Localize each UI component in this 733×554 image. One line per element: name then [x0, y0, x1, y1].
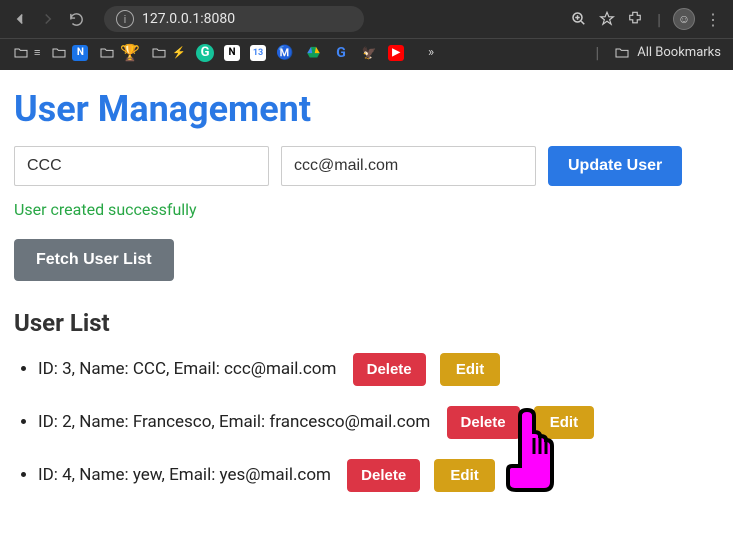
site-info-icon[interactable]: i	[116, 10, 134, 28]
bookmark-folder-1[interactable]: ≡	[12, 44, 40, 62]
bookmark-notion-icon[interactable]: N	[224, 45, 240, 61]
bookmark-grammarly-icon[interactable]: G	[196, 44, 214, 62]
bookmark-item-icon[interactable]: 🦅	[360, 44, 378, 62]
user-list-item: ID: 4, Name: yew, Email: yes@mail.com De…	[38, 459, 719, 492]
user-text: ID: 2, Name: Francesco, Email: francesco…	[38, 412, 430, 432]
user-text: ID: 3, Name: CCC, Email: ccc@mail.com	[38, 359, 336, 379]
extensions-icon[interactable]	[625, 9, 645, 29]
name-input[interactable]	[14, 146, 269, 186]
menu-icon[interactable]: ⋮	[703, 9, 723, 29]
delete-button[interactable]: Delete	[347, 459, 420, 492]
edit-button[interactable]: Edit	[434, 459, 494, 492]
bookmark-google-icon[interactable]: G	[332, 44, 350, 62]
user-list-item: ID: 3, Name: CCC, Email: ccc@mail.com De…	[38, 353, 719, 386]
separator: |	[595, 43, 599, 62]
forward-icon[interactable]	[38, 9, 58, 29]
bookmark-drive-icon[interactable]	[304, 44, 322, 62]
avatar-icon[interactable]: ☺	[673, 8, 695, 30]
email-input[interactable]	[281, 146, 536, 186]
separator: |	[657, 10, 661, 29]
edit-button[interactable]: Edit	[534, 406, 594, 439]
delete-button[interactable]: Delete	[353, 353, 426, 386]
user-list: ID: 3, Name: CCC, Email: ccc@mail.com De…	[14, 353, 719, 492]
user-text: ID: 4, Name: yew, Email: yes@mail.com	[38, 465, 331, 485]
edit-button[interactable]: Edit	[440, 353, 500, 386]
bookmark-folder-4[interactable]: ⚡	[150, 44, 186, 62]
browser-chrome: i 127.0.0.1:8080 | ☺ ⋮ ≡ N 🏆 ⚡ G N 13 Ⓜ️…	[0, 0, 733, 70]
url-text: 127.0.0.1:8080	[142, 11, 235, 27]
all-bookmarks-label: All Bookmarks	[637, 45, 721, 60]
update-user-button[interactable]: Update User	[548, 146, 682, 186]
user-list-title: User List	[14, 309, 719, 337]
star-icon[interactable]	[597, 9, 617, 29]
bookmark-folder-2[interactable]: N	[50, 44, 88, 62]
page-content: User Management Update User User created…	[0, 70, 733, 530]
zoom-icon[interactable]	[569, 9, 589, 29]
bookmark-calendar-icon[interactable]: 13	[250, 45, 266, 61]
status-message: User created successfully	[14, 200, 719, 219]
address-bar[interactable]: i 127.0.0.1:8080	[104, 6, 364, 32]
user-form: Update User	[14, 146, 719, 186]
bookmarks-bar: ≡ N 🏆 ⚡ G N 13 Ⓜ️ G 🦅 ▶ » | All Bookmark…	[0, 38, 733, 70]
back-icon[interactable]	[10, 9, 30, 29]
bookmark-youtube-icon[interactable]: ▶	[388, 45, 404, 61]
reload-icon[interactable]	[66, 9, 86, 29]
all-bookmarks-button[interactable]: All Bookmarks	[613, 44, 721, 62]
bookmarks-overflow-icon[interactable]: »	[422, 44, 440, 62]
fetch-users-button[interactable]: Fetch User List	[14, 239, 174, 281]
nav-bar: i 127.0.0.1:8080 | ☺ ⋮	[0, 0, 733, 38]
bookmark-folder-3[interactable]: 🏆	[98, 43, 140, 62]
user-list-item: ID: 2, Name: Francesco, Email: francesco…	[38, 406, 719, 439]
bookmark-gmail-icon[interactable]: Ⓜ️	[276, 44, 294, 62]
page-title: User Management	[14, 88, 719, 130]
delete-button[interactable]: Delete	[447, 406, 520, 439]
